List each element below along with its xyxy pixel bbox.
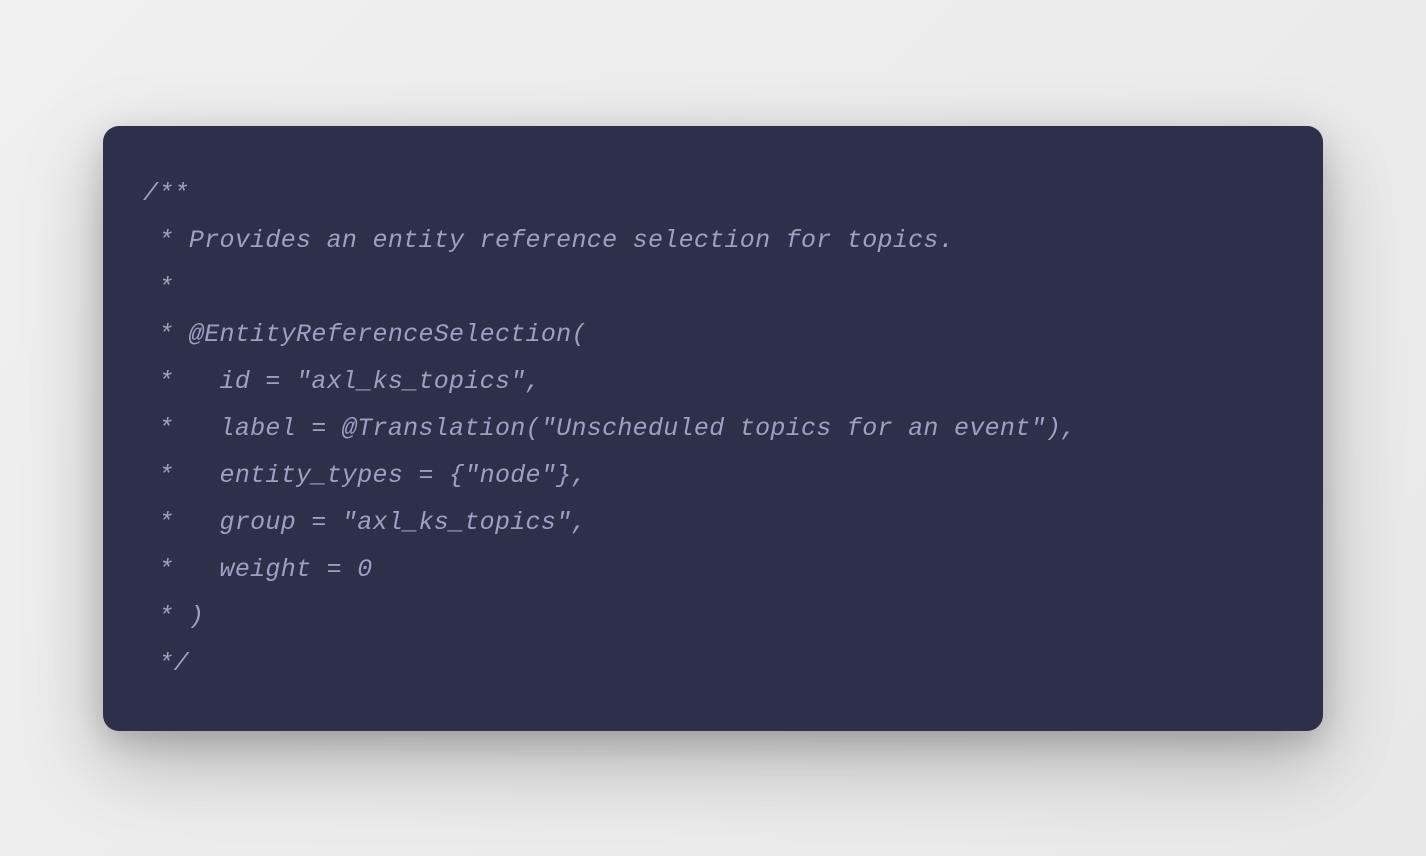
code-content: /** * Provides an entity reference selec… [143,170,1283,687]
code-block: /** * Provides an entity reference selec… [103,126,1323,731]
